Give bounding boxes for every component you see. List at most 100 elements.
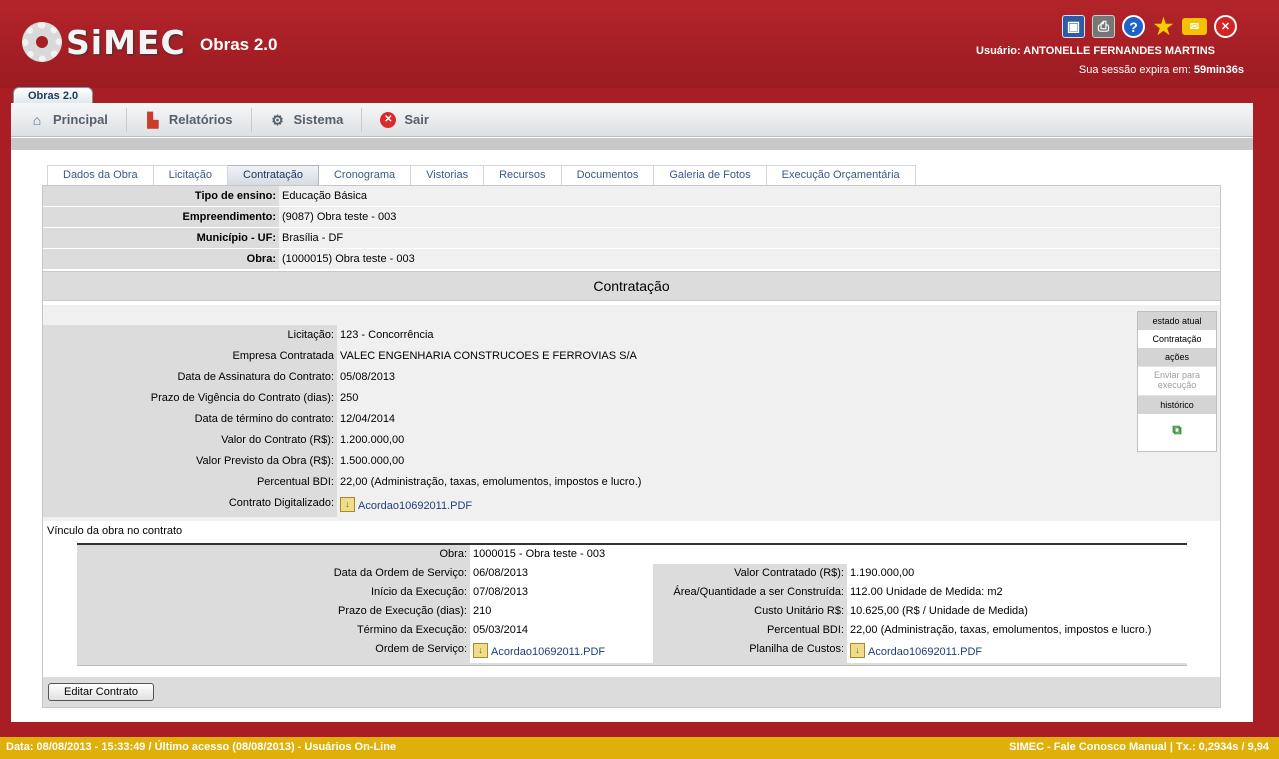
contract-row: Empresa Contratada VALEC ENGENHARIA CONS… <box>43 346 1131 367</box>
contract-row: Contrato Digitalizado: ↓ Acordao10692011… <box>43 493 1131 517</box>
printer-icon[interactable]: ⎙ <box>1092 15 1115 38</box>
vinculo-label: Custo Unitário R$: <box>653 602 847 621</box>
file-name: Acordao10692011.PDF <box>358 500 473 512</box>
button-bar: Editar Contrato <box>43 677 1220 707</box>
vinculo-value: 06/08/2013 <box>470 564 653 583</box>
contract-value: 1.200.000,00 <box>337 430 1131 451</box>
home-icon: ⌂ <box>32 111 42 128</box>
close-icon[interactable]: ✕ <box>1214 15 1237 38</box>
main-frame: ⌂ Principal ▙ Relatórios ⚙ Sistema ✕ Sai… <box>11 103 1253 722</box>
table-row: Ordem de Serviço: ↓ Acordao10692011.PDF … <box>77 640 1187 663</box>
info-label: Obra: <box>43 249 279 269</box>
vinculo-label: Data da Ordem de Serviço: <box>77 564 470 583</box>
app-title: Obras 2.0 <box>200 35 278 54</box>
tab-dados-obra[interactable]: Dados da Obra <box>47 165 154 185</box>
vinculo-value: 112.00 Unidade de Medida: m2 <box>847 583 1187 602</box>
star-icon[interactable]: ★ <box>1152 14 1175 39</box>
contract-label: Contrato Digitalizado: <box>43 493 337 517</box>
history-tree-icon[interactable]: ⧉ <box>1138 414 1216 444</box>
file-name: Acordao10692011.PDF <box>491 646 606 658</box>
vinculo-label: Término da Execução: <box>77 621 470 640</box>
menu-divider <box>11 138 1253 150</box>
module-tab[interactable]: Obras 2.0 <box>13 87 93 104</box>
status-footer: Data: 08/08/2013 - 15:33:49 / Último ace… <box>0 737 1279 759</box>
user-name: Usuário: ANTONELLE FERNANDES MARTINS <box>976 45 1215 57</box>
contract-row: Percentual BDI: 22,00 (Administração, ta… <box>43 472 1131 493</box>
contract-details: Licitação: 123 - Concorrência Empresa Co… <box>43 305 1220 521</box>
planilha-file-link[interactable]: ↓ Acordao10692011.PDF <box>850 643 982 658</box>
workflow-action-send[interactable]: Enviar para execução <box>1138 366 1216 396</box>
tab-licitacao[interactable]: Licitação <box>153 165 229 185</box>
contract-value: 12/04/2014 <box>337 409 1131 430</box>
contract-label: Licitação: <box>43 325 337 346</box>
contract-row: Prazo de Vigência do Contrato (dias): 25… <box>43 388 1131 409</box>
window-icon[interactable]: ▣ <box>1062 15 1085 38</box>
table-row: Término da Execução: 05/03/2014 Percentu… <box>77 621 1187 640</box>
vinculo-table: Obra: 1000015 - Obra teste - 003 Data da… <box>77 543 1187 668</box>
footer-right[interactable]: SIMEC - Fale Conosco Manual | Tx.: 0,293… <box>1009 741 1269 753</box>
vinculo-value: 07/08/2013 <box>470 583 653 602</box>
tab-cronograma[interactable]: Cronograma <box>318 165 412 185</box>
workflow-state-header: estado atual <box>1138 312 1216 330</box>
tab-documentos[interactable]: Documentos <box>561 165 655 185</box>
vinculo-label: Ordem de Serviço: <box>77 640 470 663</box>
session-timer: Sua sessão expira em: 59min36s <box>1079 64 1244 76</box>
vinculo-label: Vínculo da obra no contrato <box>47 525 183 537</box>
help-icon[interactable]: ? <box>1122 15 1145 38</box>
info-row: Obra: (1000015) Obra teste - 003 <box>43 249 1220 270</box>
vinculo-label: Área/Quantidade a ser Construída: <box>653 583 847 602</box>
contract-row: Valor Previsto da Obra (R$): 1.500.000,0… <box>43 451 1131 472</box>
exit-icon: ✕ <box>380 111 397 128</box>
menu-relatorios[interactable]: ▙ Relatórios <box>127 107 252 132</box>
vinculo-label: Início da Execução: <box>77 583 470 602</box>
ordem-servico-file-link[interactable]: ↓ Acordao10692011.PDF <box>473 643 605 658</box>
vinculo-value: 22,00 (Administração, taxas, emolumentos… <box>847 621 1187 640</box>
table-row: Obra: 1000015 - Obra teste - 003 <box>77 545 1187 564</box>
contract-label: Prazo de Vigência do Contrato (dias): <box>43 388 337 409</box>
contract-value: VALEC ENGENHARIA CONSTRUCOES E FERROVIAS… <box>337 346 1131 367</box>
mail-icon[interactable]: ✉ <box>1182 18 1207 35</box>
tab-recursos[interactable]: Recursos <box>484 165 562 185</box>
contract-value: 1.500.000,00 <box>337 451 1131 472</box>
menu-label: Relatórios <box>168 112 233 127</box>
tab-content: Tipo de ensino: Educação Básica Empreend… <box>42 185 1221 708</box>
app-header: SiMEC Obras 2.0 ▣ ⎙ ? ★ ✉ ✕ Usuário: ANT… <box>0 0 1279 88</box>
vinculo-label: Percentual BDI: <box>653 621 847 640</box>
edit-contract-button[interactable]: Editar Contrato <box>48 683 154 701</box>
contract-file-link[interactable]: ↓ Acordao10692011.PDF <box>340 497 472 512</box>
vinculo-value: 1.190.000,00 <box>847 564 1187 583</box>
contract-row: Valor do Contrato (R$): 1.200.000,00 <box>43 430 1131 451</box>
tab-contratacao[interactable]: Contratação <box>228 165 319 185</box>
obra-tabs: Dados da Obra Licitação Contratação Cron… <box>47 165 916 185</box>
tab-galeria-fotos[interactable]: Galeria de Fotos <box>654 165 767 185</box>
vinculo-label: Planilha de Custos: <box>653 640 847 663</box>
info-label: Empreendimento: <box>43 207 279 227</box>
vinculo-value: ↓ Acordao10692011.PDF <box>470 640 653 663</box>
menu-sair[interactable]: ✕ Sair <box>362 108 447 132</box>
pdf-file-icon: ↓ <box>850 643 865 658</box>
vinculo-value: ↓ Acordao10692011.PDF <box>847 640 1187 663</box>
menu-label: Sistema <box>293 112 344 127</box>
menu-sistema[interactable]: ⚙ Sistema <box>252 107 363 132</box>
info-value: (9087) Obra teste - 003 <box>279 207 1220 227</box>
info-row: Tipo de ensino: Educação Básica <box>43 186 1220 207</box>
tab-execucao-orcamentaria[interactable]: Execução Orçamentária <box>766 165 916 185</box>
tab-vistorias[interactable]: Vistorias <box>411 165 485 185</box>
workflow-box: estado atual Contratação ações Enviar pa… <box>1137 311 1217 452</box>
info-row: Empreendimento: (9087) Obra teste - 003 <box>43 207 1220 228</box>
footer-left[interactable]: Data: 08/08/2013 - 15:33:49 / Último ace… <box>6 741 396 753</box>
vinculo-value: 210 <box>470 602 653 621</box>
contract-value: 05/08/2013 <box>337 367 1131 388</box>
table-row: Data da Ordem de Serviço: 06/08/2013 Val… <box>77 564 1187 583</box>
main-menu: ⌂ Principal ▙ Relatórios ⚙ Sistema ✕ Sai… <box>11 103 1253 137</box>
top-toolbar: ▣ ⎙ ? ★ ✉ ✕ <box>1062 14 1237 39</box>
vinculo-value: 10.625,00 (R$ / Unidade de Medida) <box>847 602 1187 621</box>
contract-label: Percentual BDI: <box>43 472 337 493</box>
menu-label: Principal <box>53 112 108 127</box>
contract-label: Valor do Contrato (R$): <box>43 430 337 451</box>
contract-value: 123 - Concorrência <box>337 325 1131 346</box>
menu-principal[interactable]: ⌂ Principal <box>11 107 127 132</box>
info-label: Município - UF: <box>43 228 279 248</box>
contract-value: 22,00 (Administração, taxas, emolumentos… <box>337 472 1131 493</box>
contract-value: 250 <box>337 388 1131 409</box>
